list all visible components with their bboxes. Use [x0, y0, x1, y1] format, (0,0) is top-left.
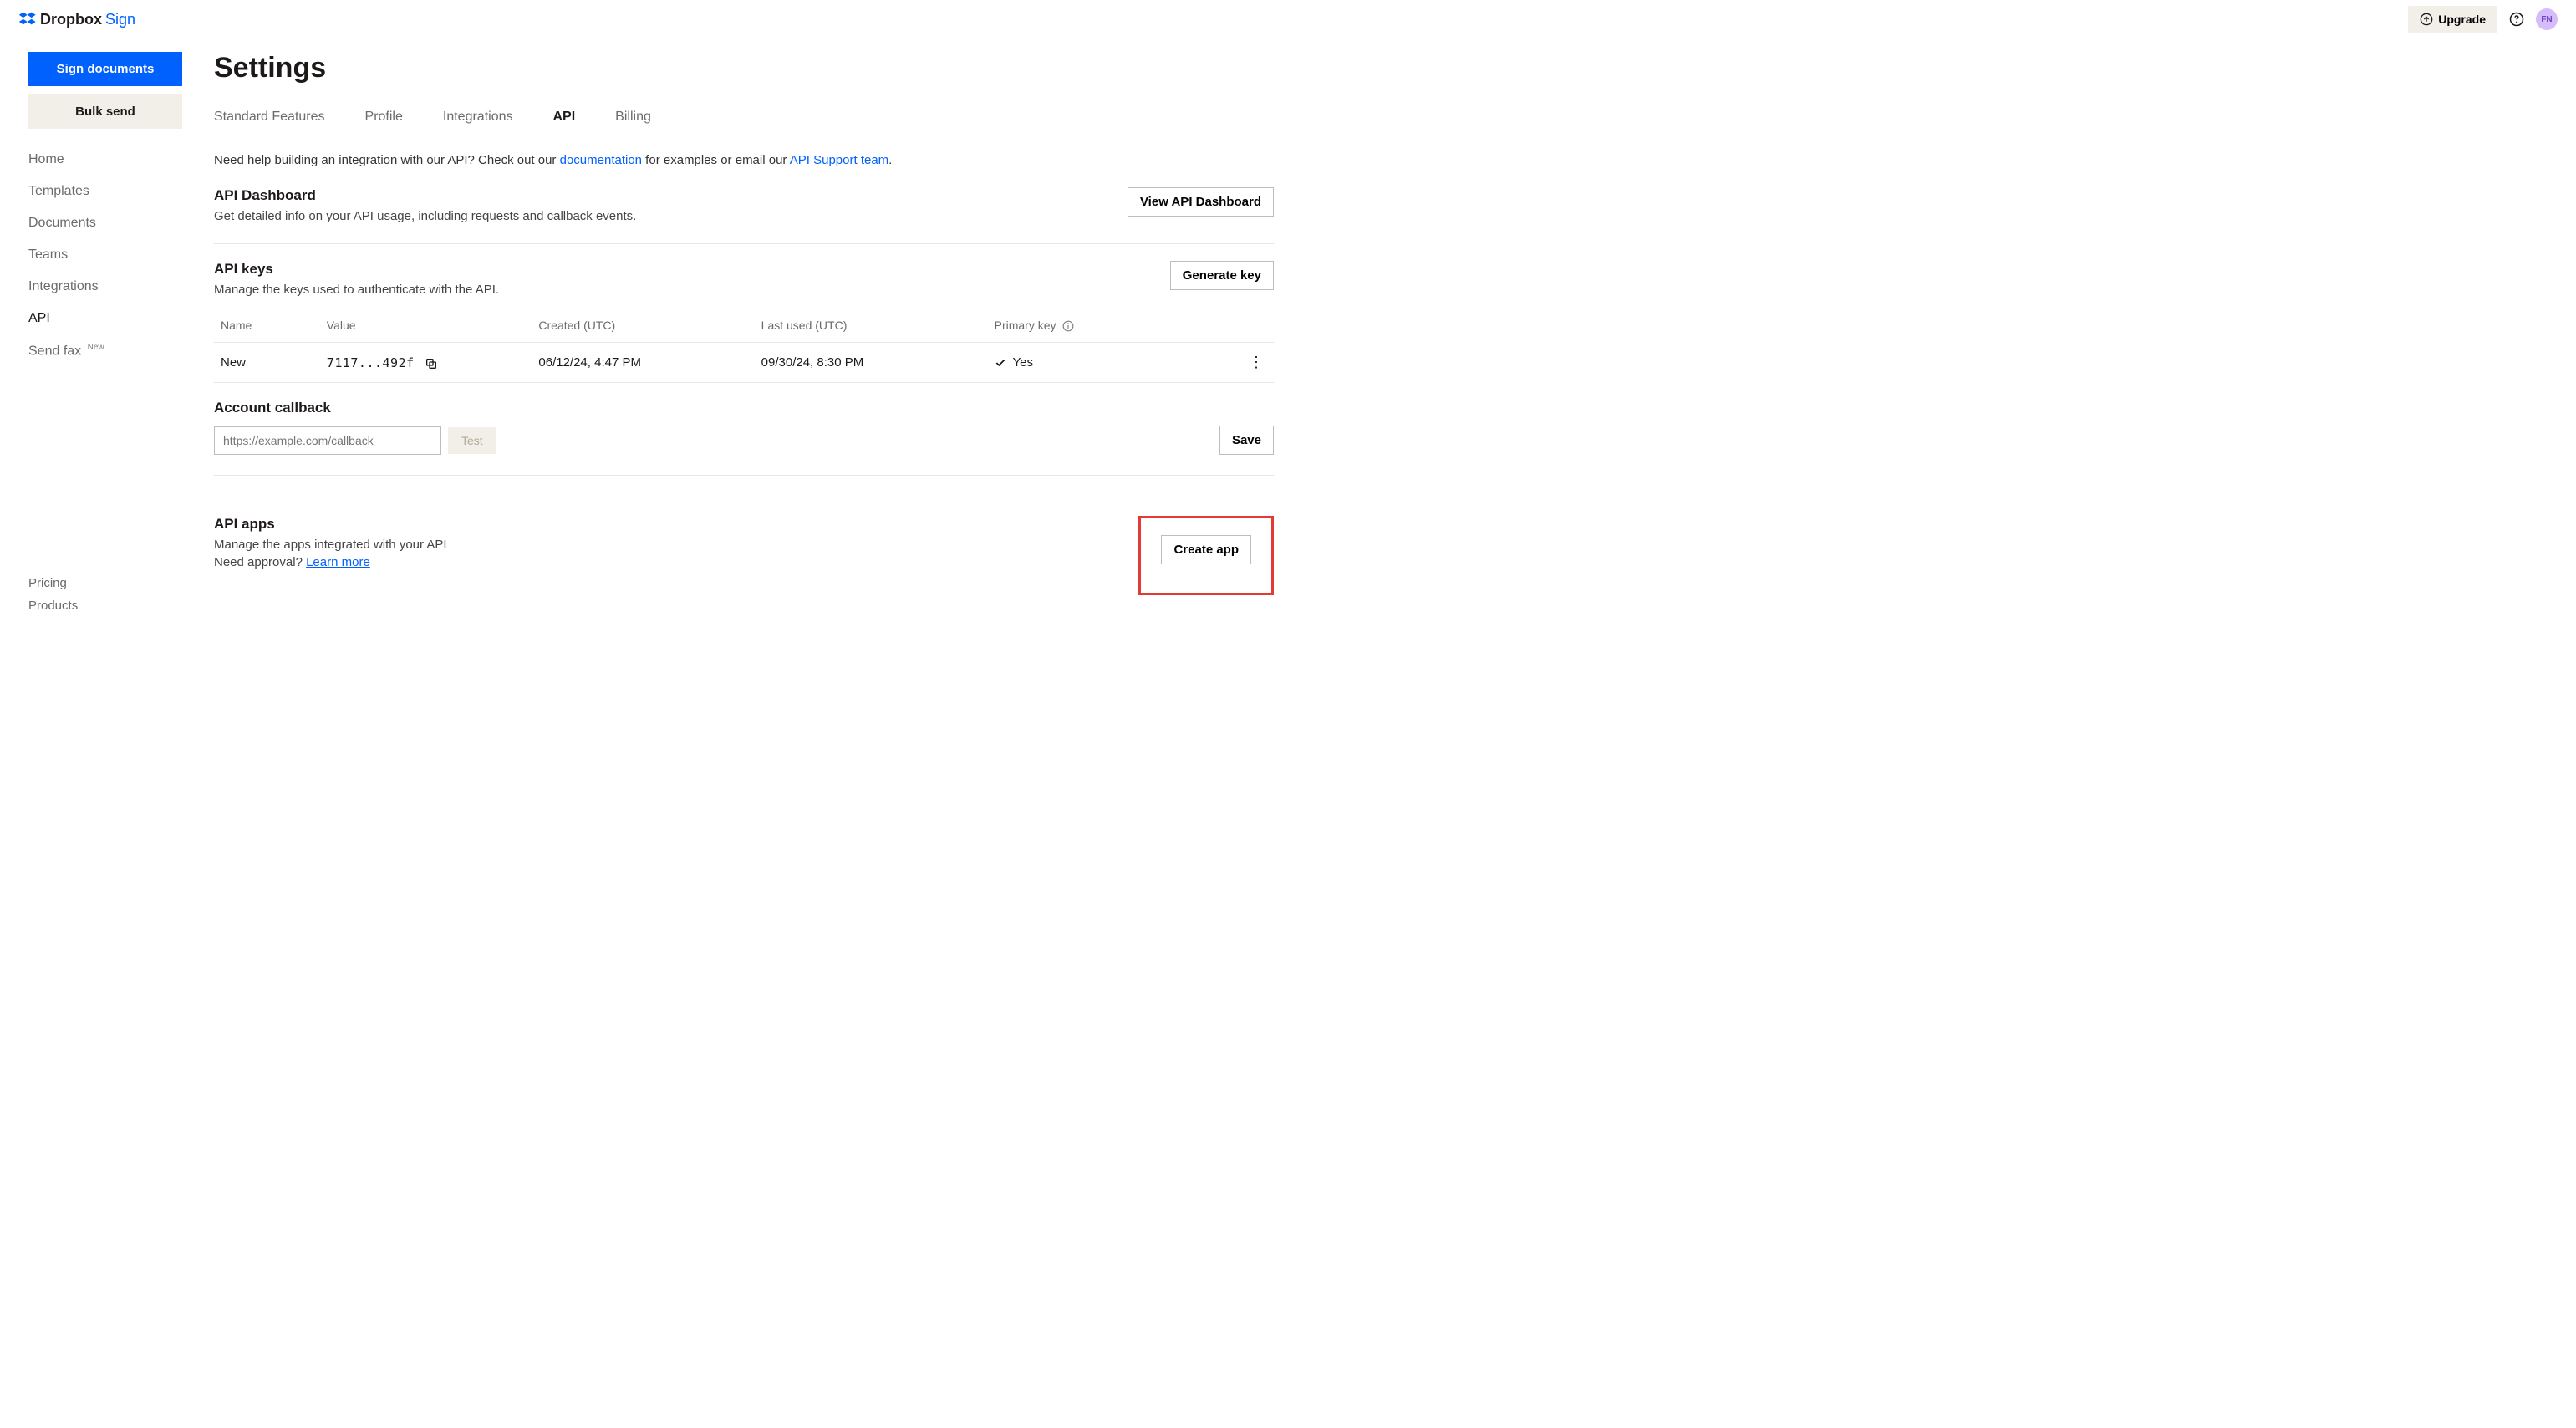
col-created: Created (UTC) [532, 309, 754, 343]
brand-logo[interactable]: Dropbox Sign [18, 10, 135, 28]
tab-profile[interactable]: Profile [365, 110, 403, 125]
bulk-send-button[interactable]: Bulk send [28, 94, 182, 129]
test-callback-button[interactable]: Test [448, 427, 496, 454]
upgrade-label: Upgrade [2438, 13, 2486, 26]
kebab-menu-icon[interactable]: ⋮ [1245, 350, 1267, 374]
key-primary: Yes [988, 343, 1200, 383]
sign-documents-button[interactable]: Sign documents [28, 52, 182, 86]
avatar-initials: FN [2541, 15, 2552, 24]
key-created: 06/12/24, 4:47 PM [532, 343, 754, 383]
callback-url-input[interactable] [214, 426, 441, 455]
learn-more-link[interactable]: Learn more [306, 555, 370, 569]
tab-standard-features[interactable]: Standard Features [214, 110, 325, 125]
api-support-link[interactable]: API Support team [790, 153, 888, 167]
brand-dropbox: Dropbox [40, 11, 102, 28]
col-primary: Primary key [988, 309, 1200, 343]
generate-key-button[interactable]: Generate key [1170, 261, 1274, 290]
key-name: New [214, 343, 320, 383]
api-dashboard-title: API Dashboard [214, 187, 636, 204]
upgrade-icon [2420, 13, 2433, 26]
api-dashboard-desc: Get detailed info on your API usage, inc… [214, 209, 636, 223]
sidebar-item-teams[interactable]: Teams [28, 247, 182, 263]
view-api-dashboard-button[interactable]: View API Dashboard [1128, 187, 1274, 217]
api-apps-title: API apps [214, 516, 447, 533]
documentation-link[interactable]: documentation [560, 153, 642, 167]
footer-pricing[interactable]: Pricing [28, 576, 182, 590]
col-value: Value [320, 309, 532, 343]
check-icon [995, 357, 1006, 369]
key-last-used: 09/30/24, 8:30 PM [755, 343, 988, 383]
sidebar-item-api[interactable]: API [28, 311, 182, 326]
api-apps-approval: Need approval? Learn more [214, 555, 447, 569]
sidebar-item-send-fax[interactable]: Send fax New [28, 343, 182, 359]
brand-sign: Sign [105, 11, 135, 28]
upgrade-button[interactable]: Upgrade [2408, 6, 2497, 33]
footer-products[interactable]: Products [28, 599, 182, 613]
sidebar-item-templates[interactable]: Templates [28, 184, 182, 199]
api-keys-table: Name Value Created (UTC) Last used (UTC)… [214, 309, 1274, 383]
col-last-used: Last used (UTC) [755, 309, 988, 343]
tab-api[interactable]: API [553, 110, 576, 125]
new-badge: New [88, 343, 104, 352]
create-app-button[interactable]: Create app [1161, 535, 1251, 564]
info-icon[interactable] [1062, 320, 1074, 332]
help-text: Need help building an integration with o… [214, 153, 1274, 167]
tab-billing[interactable]: Billing [615, 110, 651, 125]
sidebar-item-documents[interactable]: Documents [28, 216, 182, 231]
settings-tabs: Standard Features Profile Integrations A… [214, 110, 1274, 125]
col-name: Name [214, 309, 320, 343]
account-callback-title: Account callback [214, 400, 1274, 416]
tab-integrations[interactable]: Integrations [443, 110, 513, 125]
page-title: Settings [214, 52, 1274, 84]
api-keys-title: API keys [214, 261, 499, 278]
avatar[interactable]: FN [2536, 8, 2558, 30]
sidebar-item-home[interactable]: Home [28, 152, 182, 167]
key-value: 7117...492f [327, 355, 415, 370]
create-app-highlight: Create app [1138, 516, 1274, 595]
dropbox-logo-icon [18, 10, 37, 28]
api-apps-desc: Manage the apps integrated with your API [214, 538, 447, 552]
copy-icon[interactable] [425, 357, 438, 370]
key-value-cell: 7117...492f [320, 343, 532, 383]
sidebar-item-integrations[interactable]: Integrations [28, 279, 182, 294]
sidebar-item-label: Send fax [28, 344, 81, 358]
help-icon[interactable] [2509, 12, 2524, 27]
table-row: New 7117...492f 06/12/24, 4:47 PM 09/30/… [214, 343, 1274, 383]
api-keys-desc: Manage the keys used to authenticate wit… [214, 283, 499, 297]
save-callback-button[interactable]: Save [1219, 426, 1274, 455]
